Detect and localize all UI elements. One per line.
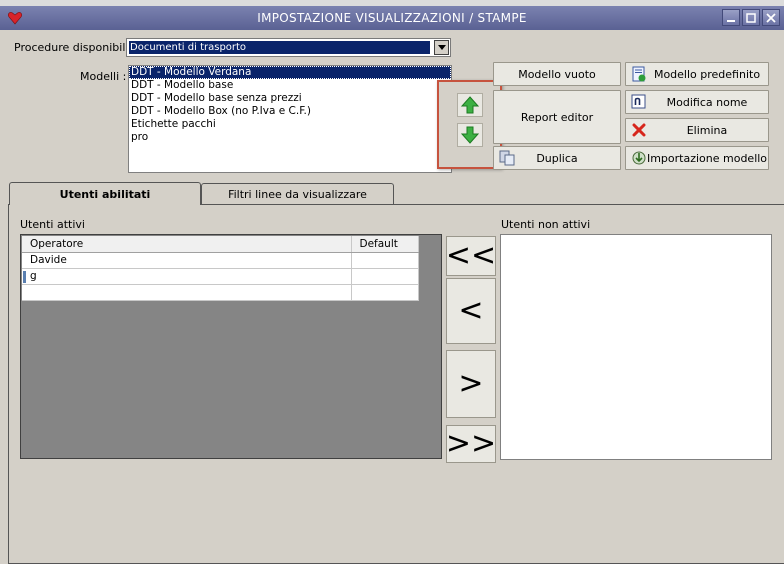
window-title: IMPOSTAZIONE VISUALIZZAZIONI / STAMPE — [257, 11, 527, 25]
importazione-modello-button[interactable]: Importazione modello — [625, 146, 769, 170]
list-item[interactable]: DDT - Modello base senza prezzi — [129, 92, 451, 105]
importazione-modello-label: Importazione modello — [646, 151, 768, 165]
modifica-nome-label: Modifica nome — [666, 95, 748, 109]
close-button[interactable] — [762, 9, 780, 26]
list-item[interactable]: pro — [129, 131, 451, 144]
column-header-default[interactable]: Default — [351, 236, 419, 253]
tab-filtri-linee[interactable]: Filtri linee da visualizzare — [201, 183, 394, 204]
list-item[interactable]: DDT - Modello base — [129, 79, 451, 92]
move-right-button[interactable]: > — [446, 350, 496, 418]
tab-utenti-abilitati[interactable]: Utenti abilitati — [9, 182, 201, 205]
cell-operatore-text: g — [30, 270, 37, 282]
modello-predefinito-button[interactable]: Modello predefinito — [625, 62, 769, 86]
utenti-attivi-label: Utenti attivi — [20, 218, 85, 231]
modelli-list[interactable]: DDT - Modello Verdana DDT - Modello base… — [128, 65, 452, 173]
procedure-label: Procedure disponibili : — [14, 41, 136, 54]
procedure-combo[interactable]: Documenti di trasporto — [126, 38, 451, 57]
move-up-button[interactable] — [457, 93, 483, 117]
minimize-button[interactable] — [722, 9, 740, 26]
arrow-down-icon — [461, 126, 479, 144]
list-item[interactable]: Etichette pacchi — [129, 118, 451, 131]
report-editor-button[interactable]: Report editor — [493, 90, 621, 144]
cell-operatore[interactable] — [22, 284, 352, 301]
cell-operatore[interactable]: Davide — [22, 252, 352, 269]
close-icon — [766, 12, 776, 23]
move-all-left-button[interactable]: << — [446, 236, 496, 276]
copy-icon — [499, 150, 515, 166]
move-down-button[interactable] — [457, 123, 483, 147]
modifica-nome-button[interactable]: Modifica nome — [625, 90, 769, 114]
arrow-up-icon — [461, 96, 479, 114]
table-row[interactable]: g — [22, 268, 419, 285]
rename-icon — [631, 94, 646, 109]
chevron-down-icon — [437, 45, 446, 50]
table-row[interactable] — [22, 284, 419, 301]
list-item[interactable]: DDT - Modello Verdana — [129, 66, 451, 79]
title-bar: IMPOSTAZIONE VISUALIZZAZIONI / STAMPE — [0, 6, 784, 30]
move-all-right-button[interactable]: >> — [446, 425, 496, 463]
combo-dropdown-button[interactable] — [434, 40, 449, 55]
import-icon — [632, 151, 646, 165]
list-item[interactable]: DDT - Modello Box (no P.Iva e C.F.) — [129, 105, 451, 118]
cell-default[interactable] — [351, 268, 419, 285]
modello-vuoto-button[interactable]: Modello vuoto — [493, 62, 621, 86]
delete-x-icon — [632, 123, 646, 137]
duplica-label: Duplica — [536, 151, 578, 165]
modello-predefinito-label: Modello predefinito — [653, 67, 761, 81]
table-row[interactable]: Davide — [22, 252, 419, 269]
move-left-button[interactable]: < — [446, 278, 496, 344]
elimina-label: Elimina — [686, 123, 728, 137]
row-indicator — [23, 270, 26, 283]
column-header-operatore[interactable]: Operatore — [22, 236, 352, 253]
cell-default[interactable] — [351, 252, 419, 269]
modelli-label: Modelli : — [80, 70, 127, 83]
elimina-button[interactable]: Elimina — [625, 118, 769, 142]
maximize-icon — [746, 12, 756, 23]
cell-operatore[interactable]: g — [22, 268, 352, 285]
utenti-attivi-grid[interactable]: Operatore Default Davide g — [20, 234, 442, 459]
procedure-combo-value: Documenti di trasporto — [129, 41, 430, 54]
utenti-attivi-table: Operatore Default Davide g — [22, 236, 419, 301]
utenti-non-attivi-list[interactable] — [500, 234, 772, 460]
document-star-icon — [632, 66, 646, 82]
minimize-icon — [727, 19, 735, 22]
duplica-button[interactable]: Duplica — [493, 146, 621, 170]
utenti-non-attivi-label: Utenti non attivi — [501, 218, 591, 231]
cell-default[interactable] — [351, 284, 419, 301]
maximize-button[interactable] — [742, 9, 760, 26]
